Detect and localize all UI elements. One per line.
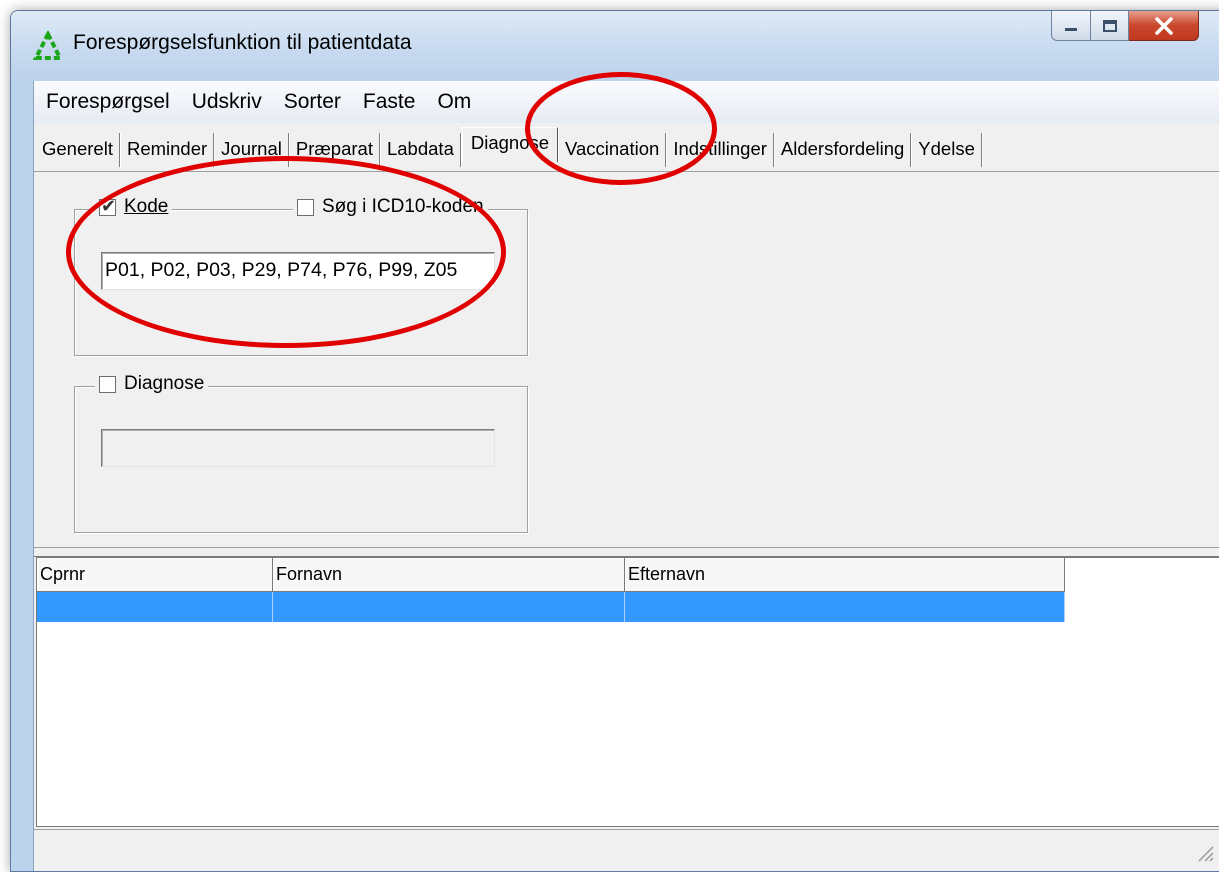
maximize-button[interactable] — [1091, 11, 1129, 41]
row-cell-fornavn[interactable] — [273, 592, 625, 622]
menu-udskriv[interactable]: Udskriv — [192, 90, 262, 114]
tab-ydelse[interactable]: Ydelse — [912, 133, 982, 167]
kode-label: Kode — [124, 196, 169, 217]
kode-checkbox[interactable]: ✔ — [99, 195, 117, 216]
status-bar — [34, 829, 1219, 871]
tab-reminder[interactable]: Reminder — [121, 133, 215, 167]
icd10-checkbox[interactable] — [297, 198, 314, 216]
column-cprnr[interactable]: Cprnr — [37, 558, 273, 592]
menu-sorter[interactable]: Sorter — [284, 90, 341, 114]
tab-aldersfordeling[interactable]: Aldersfordeling — [775, 133, 912, 167]
results-grid: Cprnr Fornavn Efternavn — [36, 557, 1219, 827]
menu-forespoergsel[interactable]: Forespørgsel — [46, 90, 170, 114]
menu-om[interactable]: Om — [437, 90, 471, 114]
triangle-logo-icon — [33, 31, 63, 60]
tab-strip: Generelt Reminder Journal Præparat Labda… — [34, 123, 1219, 172]
minimize-button[interactable] — [1051, 11, 1091, 41]
row-cell-efternavn[interactable] — [625, 592, 1065, 622]
menu-bar: Forespørgsel Udskriv Sorter Faste Om — [34, 81, 1219, 123]
checkmark-icon: ✔ — [101, 195, 117, 216]
application-window: Forespørgselsfunktion til patientdata Fo… — [10, 10, 1219, 872]
tab-diagnose[interactable]: Diagnose — [461, 127, 559, 162]
client-area: Forespørgsel Udskriv Sorter Faste Om Gen… — [33, 81, 1219, 871]
close-button[interactable] — [1129, 11, 1199, 41]
diagnose-group: Diagnose — [74, 373, 528, 533]
tab-labdata[interactable]: Labdata — [381, 133, 461, 167]
tab-vaccination[interactable]: Vaccination — [559, 133, 667, 167]
kode-input[interactable]: P01, P02, P03, P29, P74, P76, P99, Z05 — [101, 252, 495, 290]
table-row[interactable] — [37, 592, 1065, 622]
window-title: Forespørgselsfunktion til patientdata — [73, 31, 412, 54]
tab-generelt[interactable]: Generelt — [36, 133, 120, 167]
grid-header: Cprnr Fornavn Efternavn — [37, 558, 1065, 592]
diagnose-label: Diagnose — [124, 373, 205, 394]
close-icon — [1154, 16, 1173, 35]
tab-journal[interactable]: Journal — [215, 133, 289, 167]
icd10-label: Søg i ICD10-koden — [322, 196, 484, 217]
splitter-bar[interactable] — [34, 547, 1219, 557]
menu-faste[interactable]: Faste — [363, 90, 416, 114]
maximize-icon — [1102, 19, 1117, 32]
column-fornavn[interactable]: Fornavn — [273, 558, 625, 592]
diagnose-checkbox[interactable] — [99, 375, 116, 393]
tab-praeparat[interactable]: Præparat — [290, 133, 380, 167]
diagnose-input[interactable] — [101, 429, 495, 467]
column-efternavn[interactable]: Efternavn — [625, 558, 1065, 592]
row-cell-cprnr[interactable] — [37, 592, 273, 622]
kode-group: ✔ Kode Søg i ICD10-koden P01, P02, P03, … — [74, 196, 528, 356]
tab-indstillinger[interactable]: Indstillinger — [667, 133, 774, 167]
title-bar[interactable]: Forespørgselsfunktion til patientdata — [11, 11, 1219, 79]
minimize-icon — [1065, 27, 1077, 31]
resize-grip-icon[interactable] — [1194, 842, 1214, 862]
